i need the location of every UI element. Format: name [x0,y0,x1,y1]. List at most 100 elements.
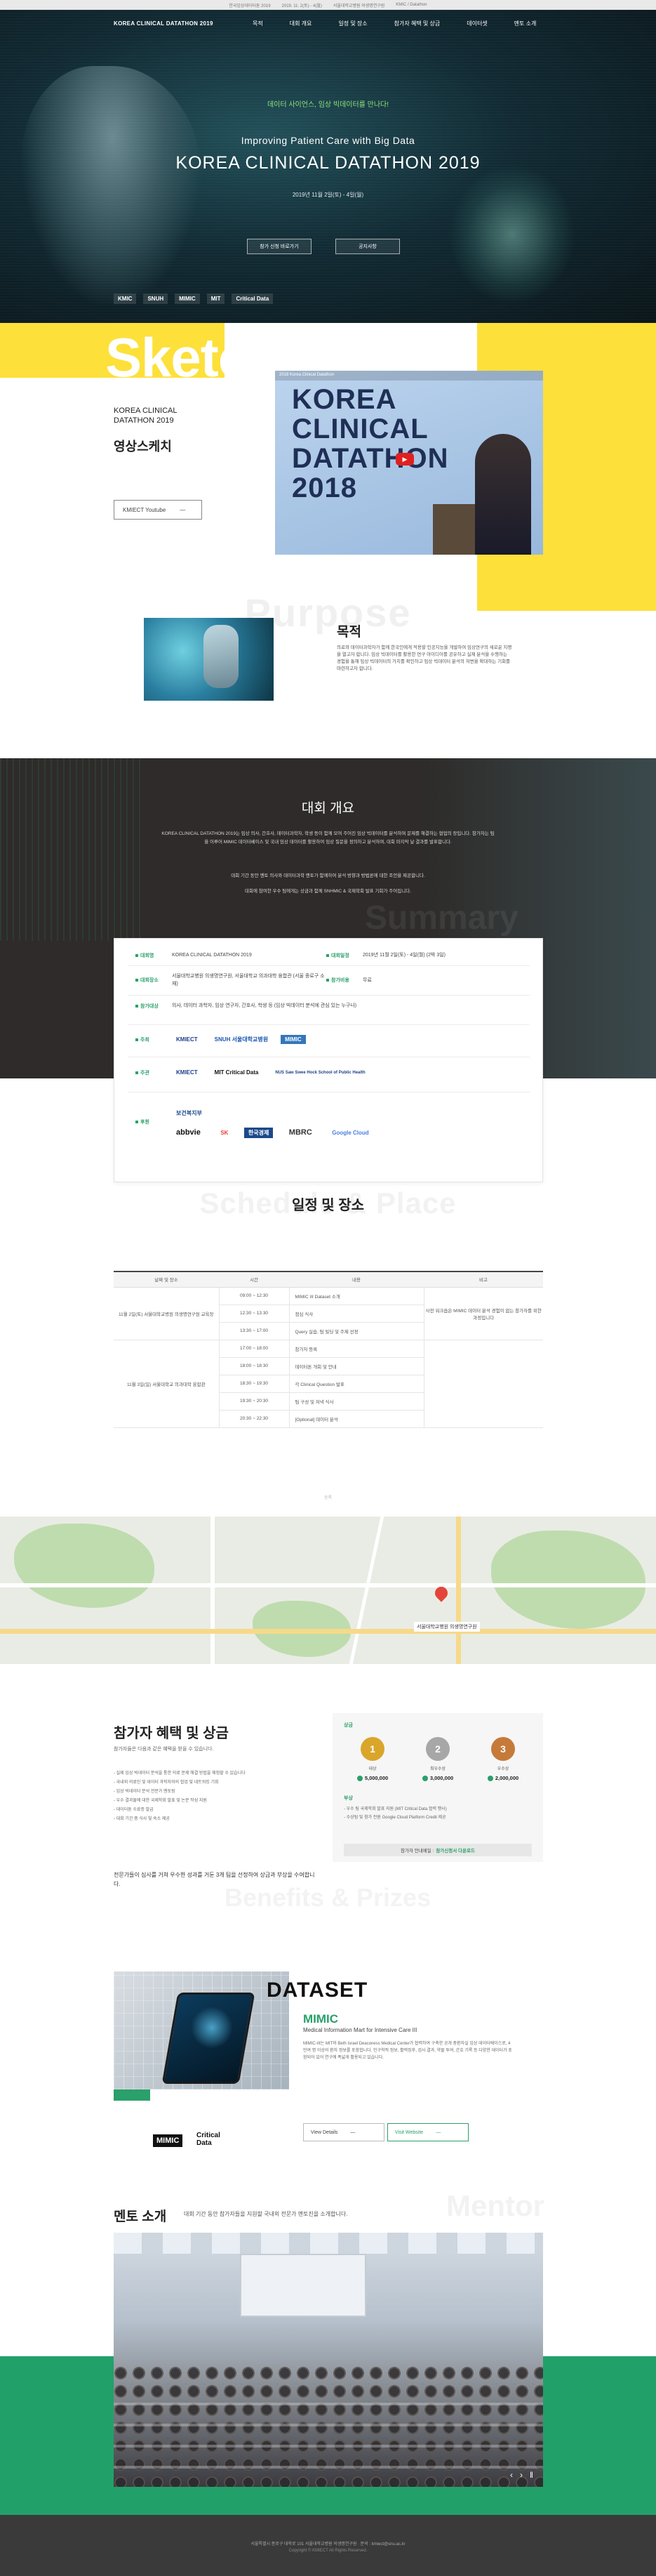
extra-prize-heading: 부상 [344,1796,353,1801]
button-prefix: 참가자 안내메일 : [401,1849,434,1854]
prize-heading: 상금 [344,1723,353,1728]
prize-label: 최우수상 [429,1767,446,1771]
youtube-button[interactable]: KMIECT Youtube — [114,500,202,520]
info-label: 후원 [135,1118,172,1125]
site-logo[interactable]: KOREA CLINICAL DATATHON 2019 [114,20,213,27]
view-details-button[interactable]: View Details — [303,2123,384,2141]
summary-bg-word: Summary [365,899,518,937]
list-item: - 데이터톤 수료증 발급 [114,1808,154,1812]
day1-note: 사전 워크숍은 MIMIC 데이터 분석 경험이 없는 참가자를 위한 과정입니… [423,1287,543,1340]
table-row: 11월 3일(일) 서울대학교 의과대학 융합관 17:00 ~ 18:00 참… [114,1340,543,1428]
content-cell: Query 실습, 팀 빌딩 및 주제 선정 [288,1322,424,1340]
nav-item-schedule[interactable]: 일정 및 장소 [338,20,367,27]
bronze-medal-icon: 3 [491,1737,515,1761]
list-item: - 대회 기간 중 식사 및 숙소 제공 [114,1817,170,1821]
info-row: 참가대상 의사, 데이터 과학자, 임상 연구자, 간호사, 학생 등 (임상 … [135,1002,439,1010]
button-label: Visit Website [395,2129,424,2135]
nav-item-benefits[interactable]: 참가자 혜택 및 상금 [394,20,441,27]
table-header-row: 날짜 및 장소 시간 내용 비고 [114,1272,543,1288]
time-cell: 18:00 ~ 18:30 [218,1357,289,1375]
mimic-logo: MIMIC [153,2134,183,2147]
kmiect-logo: KMIECT [176,1069,198,1076]
mimic-logo: MIMIC [175,293,200,304]
info-value: 2019년 11월 2일(토) - 4일(월) (2박 3일) [363,953,446,958]
robot-arm-image [203,625,239,688]
register-button[interactable]: 참가 신청 바로가기 [247,239,312,254]
benefits-list: - 실제 임상 빅데이터 분석을 통한 의료 문제 해결 방법을 체험할 수 있… [114,1769,317,1824]
next-arrow-icon[interactable]: › [520,2470,523,2480]
content-cell: 데이터톤 개회 및 안내 [288,1357,424,1375]
footer-address: 서울특별시 종로구 대학로 101 서울대학교병원 의생명연구원 · 문의 : … [250,2542,406,2547]
critical-data-logo: Critical Data [232,293,274,304]
content-cell: [Optional] 데이터 분석 [288,1410,424,1428]
time-cell: 13:30 ~ 17:00 [218,1322,289,1340]
youtube-button-label: KMIECT Youtube [123,506,166,513]
benefits-subtitle: 참가자들은 다음과 같은 혜택을 받을 수 있습니다. [114,1747,214,1752]
video-title-bar: 2018 Korea Clinical Datathon [275,371,543,381]
pause-icon[interactable]: ‖ [530,2470,533,2480]
hankyung-logo: 한국경제 [243,1128,274,1138]
button-label: View Details [311,2129,338,2135]
time-cell: 18:30 ~ 19:30 [218,1375,289,1393]
time-cell: 20:30 ~ 22:30 [218,1410,289,1428]
hero-partner-logos: KMIC SNUH MIMIC MIT Critical Data [114,293,274,304]
summary-paragraph: 대회 기간 동안 멘토 의사와 데이터과학 멘토가 함께하여 분석 방향과 방법… [231,873,425,878]
info-label: 대회명 [135,952,172,959]
footer-copyright: Copyright © KMIECT All Rights Reserved. [288,2549,368,2553]
top-utility-bar: 한국임상데이터톤 2019 2019. 11. 2(토) - 4(월) 서울대학… [0,0,656,10]
mentor-description: 대회 기간 동안 참가자들을 지원할 국내외 전문가 멘토진을 소개합니다. [184,2211,348,2217]
purpose-title: 목적 [337,625,361,640]
prize-label: 대상 [368,1767,377,1771]
play-icon[interactable]: ▶ [396,453,414,465]
sketch-display-word: Sketch [105,326,281,388]
table-row: 11월 2일(토) 서울대학교병원 의생명연구원 교육장 09:00 ~ 12:… [114,1287,543,1340]
content-cell: 참가자 등록 [288,1340,424,1358]
prize-label: 우수상 [497,1767,509,1771]
info-label: 참가비용 [326,977,363,984]
info-label: 주최 [135,1036,172,1043]
snuh-logo: SNUH [143,293,168,304]
sketch-title: 영상스케치 [114,440,172,454]
ministry-logo: 보건복지부 [176,1110,202,1116]
topbar-item[interactable]: 서울대학교병원 의생명연구원 [333,2,384,8]
info-row: 대회명 KOREA CLINICAL DATATHON 2019 대회일정 20… [135,951,531,959]
nav-item-purpose[interactable]: 목적 [253,20,263,27]
mentor-photo-slider[interactable]: ‹ › ‖ [114,2233,543,2487]
hero-title: KOREA CLINICAL DATATHON 2019 [175,153,481,173]
topbar-item[interactable]: 한국임상데이터톤 2019 [229,2,270,8]
hero-section: KOREA CLINICAL DATATHON 2019 목적 대회 개요 일정… [0,10,656,323]
prize-amount: 2,000,000 [475,1775,531,1781]
purpose-text: 의료와 데이터과학자가 함께 한국인에게 적용할 인공지능을 개발하여 임상연구… [337,645,512,671]
benefits-bg-word: Benefits & Prizes [225,1883,431,1912]
list-item: - 실제 임상 빅데이터 분석을 통한 의료 문제 해결 방법을 체험할 수 있… [114,1771,246,1776]
prev-arrow-icon[interactable]: ‹ [510,2470,513,2480]
application-download-button[interactable]: 참가자 안내메일 : 참가신청서 다운로드 [344,1844,532,1856]
prize-amount: 3,000,000 [410,1775,466,1781]
content-cell: 각 Clinical Question 발표 [288,1375,424,1393]
hero-tagline: 데이터 사이언스, 임상 빅데이터를 만나다! [267,101,389,109]
event-info-card: 대회명 KOREA CLINICAL DATATHON 2019 대회일정 20… [114,938,543,1182]
sketch-subtitle-line: KOREA CLINICAL [114,407,178,415]
location-map[interactable]: 서울대학교병원 의생명연구원 [0,1517,656,1664]
benefits-note: 전문가들이 심사를 거쳐 우수한 성과를 거둔 3개 팀을 선정하여 상금과 부… [114,1872,315,1887]
speaker-image [475,434,531,555]
arrow-right-icon: — [436,2129,441,2135]
slider-controls: ‹ › ‖ [510,2470,533,2480]
dataset-description: MIMIC-III는 MIT와 Beth Israel Deaconess Me… [303,2042,512,2060]
topbar-item[interactable]: KMIC / Datathon [396,3,427,7]
table-header: 시간 [219,1272,289,1288]
mit-logo: MIT [206,293,225,304]
dataset-title: DATASET [267,1979,368,2002]
nav-item-summary[interactable]: 대회 개요 [290,20,312,27]
info-value: 무료 [363,977,372,983]
mentor-title: 멘토 소개 [114,2210,167,2224]
nav-item-dataset[interactable]: 데이터셋 [467,20,487,27]
topbar-item[interactable]: 2019. 11. 2(토) - 4(월) [282,2,322,8]
video-player[interactable]: 2018 Korea Clinical Datathon KOREA CLINI… [275,371,543,555]
sponsor-row: 후원 보건복지부 abbvie SK 한국경제 MBRC Google Clou… [135,1106,509,1138]
notice-button[interactable]: 공지사항 [335,239,400,254]
nav-item-mentor[interactable]: 멘토 소개 [514,20,537,27]
snuh-logo: SNUH 서울대학교병원 [214,1036,269,1043]
visit-website-button[interactable]: Visit Website — [387,2123,469,2141]
content-cell: MIMIC III Dataset 소개 [288,1287,424,1305]
